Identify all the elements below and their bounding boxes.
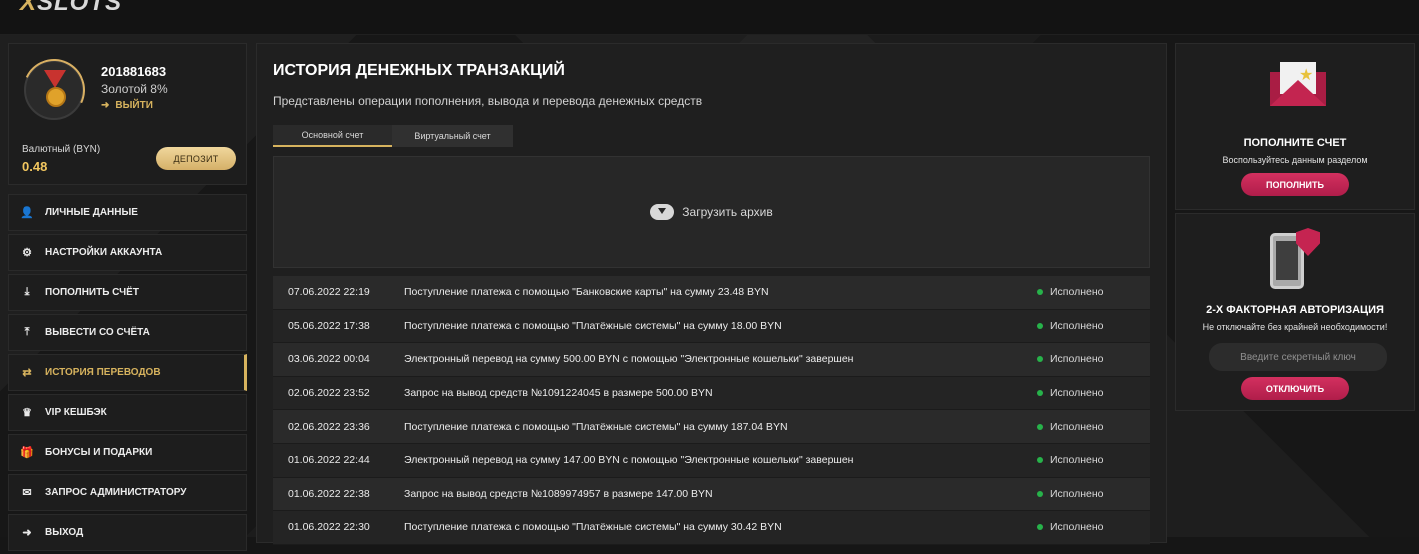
status-dot-icon <box>1037 289 1043 296</box>
gift-icon: 🎁 <box>20 447 34 459</box>
status-dot-icon <box>1037 524 1043 531</box>
menu-item-vip-cashback[interactable]: ♛ VIP КЕШБЭК <box>8 394 247 431</box>
currency-label: Валютный (BYN) <box>22 144 101 155</box>
tx-date: 03.06.2022 00:04 <box>288 353 370 366</box>
tx-date: 02.06.2022 23:36 <box>288 420 370 433</box>
topup-title: ПОПОЛНИТЕ СЧЕТ <box>1243 137 1347 149</box>
tx-status: Исполнено <box>1037 387 1104 399</box>
status-dot-icon <box>1037 423 1043 430</box>
user-plus-icon: 👤 <box>20 207 34 219</box>
balance-value: 0.48 <box>22 159 48 174</box>
tx-status: Исполнено <box>1037 286 1104 298</box>
download-archive-button[interactable]: Загрузить архив <box>273 156 1150 268</box>
disable-two-factor-button[interactable]: ОТКЛЮЧИТЬ <box>1241 377 1349 400</box>
topup-button[interactable]: ПОПОЛНИТЬ <box>1241 173 1349 196</box>
two-factor-title: 2-Х ФАКТОРНАЯ АВТОРИЗАЦИЯ <box>1206 304 1384 316</box>
tab-virtual-account[interactable]: Виртуальный счет <box>392 125 513 147</box>
logout-link[interactable]: ➜ ВЫЙТИ <box>101 100 153 111</box>
table-row: 02.06.2022 23:52 Запрос на вывод средств… <box>273 376 1150 411</box>
table-row: 02.06.2022 23:36 Поступление платежа с п… <box>273 410 1150 444</box>
menu-item-personal-data[interactable]: 👤 ЛИЧНЫЕ ДАННЫЕ <box>8 194 247 231</box>
deposit-button[interactable]: ДЕПОЗИТ <box>156 147 236 170</box>
status-dot-icon <box>1037 356 1043 363</box>
tx-status: Исполнено <box>1037 454 1104 466</box>
logout-icon: ➜ <box>101 100 110 111</box>
cloud-download-icon <box>650 204 675 220</box>
menu-item-account-settings[interactable]: ⚙ НАСТРОЙКИ АККАУНТА <box>8 234 247 271</box>
user-id: 201881683 <box>101 64 167 79</box>
tx-status: Исполнено <box>1037 488 1104 500</box>
menu-item-transfer-history[interactable]: ⇄ ИСТОРИЯ ПЕРЕВОДОВ <box>8 354 247 391</box>
status-dot-icon <box>1037 322 1043 329</box>
secret-key-input[interactable] <box>1209 343 1387 371</box>
tx-status: Исполнено <box>1037 353 1104 365</box>
account-tabs: Основной счет Виртуальный счет <box>273 125 513 147</box>
tx-date: 02.06.2022 23:52 <box>288 387 370 400</box>
two-factor-card: 2-Х ФАКТОРНАЯ АВТОРИЗАЦИЯ Не отключайте … <box>1175 213 1415 411</box>
envelope-star-icon: ★ <box>1270 62 1326 106</box>
tx-date: 05.06.2022 17:38 <box>288 319 370 332</box>
two-factor-text: Не отключайте без крайней необходимости! <box>1202 322 1388 332</box>
side-menu: 👤 ЛИЧНЫЕ ДАННЫЕ ⚙ НАСТРОЙКИ АККАУНТА ⤓ ПОПО… <box>8 194 247 554</box>
crown-icon: ♛ <box>22 407 32 419</box>
transactions-panel: ИСТОРИЯ ДЕНЕЖНЫХ ТРАНЗАКЦИЙ Представлены… <box>256 43 1167 545</box>
logout-icon: ➜ <box>22 527 32 539</box>
menu-item-logout[interactable]: ➜ ВЫХОД <box>8 514 247 551</box>
table-row: 01.06.2022 22:30 Поступление платежа с п… <box>273 511 1150 545</box>
transfer-arrows-icon: ⇄ <box>22 367 32 379</box>
top-bar: XSLOTS <box>0 0 1419 35</box>
tx-description: Поступление платежа с помощью "Платёжные… <box>404 319 782 332</box>
download-icon: ⤓ <box>24 286 30 298</box>
tx-status: Исполнено <box>1037 421 1104 433</box>
envelope-icon: ✉ <box>22 487 32 499</box>
page-title: ИСТОРИЯ ДЕНЕЖНЫХ ТРАНЗАКЦИЙ <box>273 62 565 79</box>
site-logo[interactable]: XSLOTS <box>20 0 122 17</box>
menu-item-admin-request[interactable]: ✉ ЗАПРОС АДМИНИСТРАТОРУ <box>8 474 247 511</box>
tx-description: Поступление платежа с помощью "Банковски… <box>404 286 769 299</box>
topup-card: ★ ПОПОЛНИТЕ СЧЕТ Воспользуйтесь данным р… <box>1175 43 1415 210</box>
menu-item-top-up[interactable]: ⤓ ПОПОЛНИТЬ СЧЁТ <box>8 274 247 311</box>
menu-item-withdraw[interactable]: ⤒ ВЫВЕСТИ СО СЧЁТА <box>8 314 247 351</box>
tx-description: Электронный перевод на сумму 500.00 BYN … <box>404 353 854 366</box>
gears-icon: ⚙ <box>22 247 32 259</box>
upload-icon: ⤒ <box>24 326 30 338</box>
table-row: 07.06.2022 22:19 Поступление платежа с п… <box>273 276 1150 310</box>
transactions-list: 07.06.2022 22:19 Поступление платежа с п… <box>273 276 1150 545</box>
table-row: 03.06.2022 00:04 Электронный перевод на … <box>273 343 1150 377</box>
page-subtitle: Представлены операции пополнения, вывода… <box>273 94 703 108</box>
status-dot-icon <box>1037 490 1043 497</box>
table-row: 01.06.2022 22:44 Электронный перевод на … <box>273 443 1150 478</box>
menu-item-bonuses[interactable]: 🎁 БОНУСЫ И ПОДАРКИ <box>8 434 247 471</box>
tx-description: Запрос на вывод средств №1089974957 в ра… <box>404 487 713 500</box>
topup-text: Воспользуйтесь данным разделом <box>1222 155 1368 165</box>
status-dot-icon <box>1037 457 1043 464</box>
table-row: 01.06.2022 22:38 Запрос на вывод средств… <box>273 477 1150 512</box>
user-level: Золотой 8% <box>101 82 168 96</box>
avatar <box>14 50 94 130</box>
profile-card: 201881683 Золотой 8% ➜ ВЫЙТИ Валютный (BY… <box>8 43 247 185</box>
tx-description: Электронный перевод на сумму 147.00 BYN … <box>404 454 854 467</box>
tx-description: Поступление платежа с помощью "Платёжные… <box>404 521 782 534</box>
tx-date: 01.06.2022 22:44 <box>288 454 370 467</box>
tx-date: 01.06.2022 22:30 <box>288 521 370 534</box>
tab-main-account[interactable]: Основной счет <box>273 125 392 147</box>
tx-description: Запрос на вывод средств №1091224045 в ра… <box>404 387 713 400</box>
tx-status: Исполнено <box>1037 320 1104 332</box>
level-progress-ring <box>14 50 94 130</box>
tx-date: 07.06.2022 22:19 <box>288 286 370 299</box>
tx-date: 01.06.2022 22:38 <box>288 487 370 500</box>
table-row: 05.06.2022 17:38 Поступление платежа с п… <box>273 309 1150 344</box>
tx-status: Исполнено <box>1037 521 1104 533</box>
status-dot-icon <box>1037 390 1043 397</box>
tx-description: Поступление платежа с помощью "Платёжные… <box>404 420 788 433</box>
